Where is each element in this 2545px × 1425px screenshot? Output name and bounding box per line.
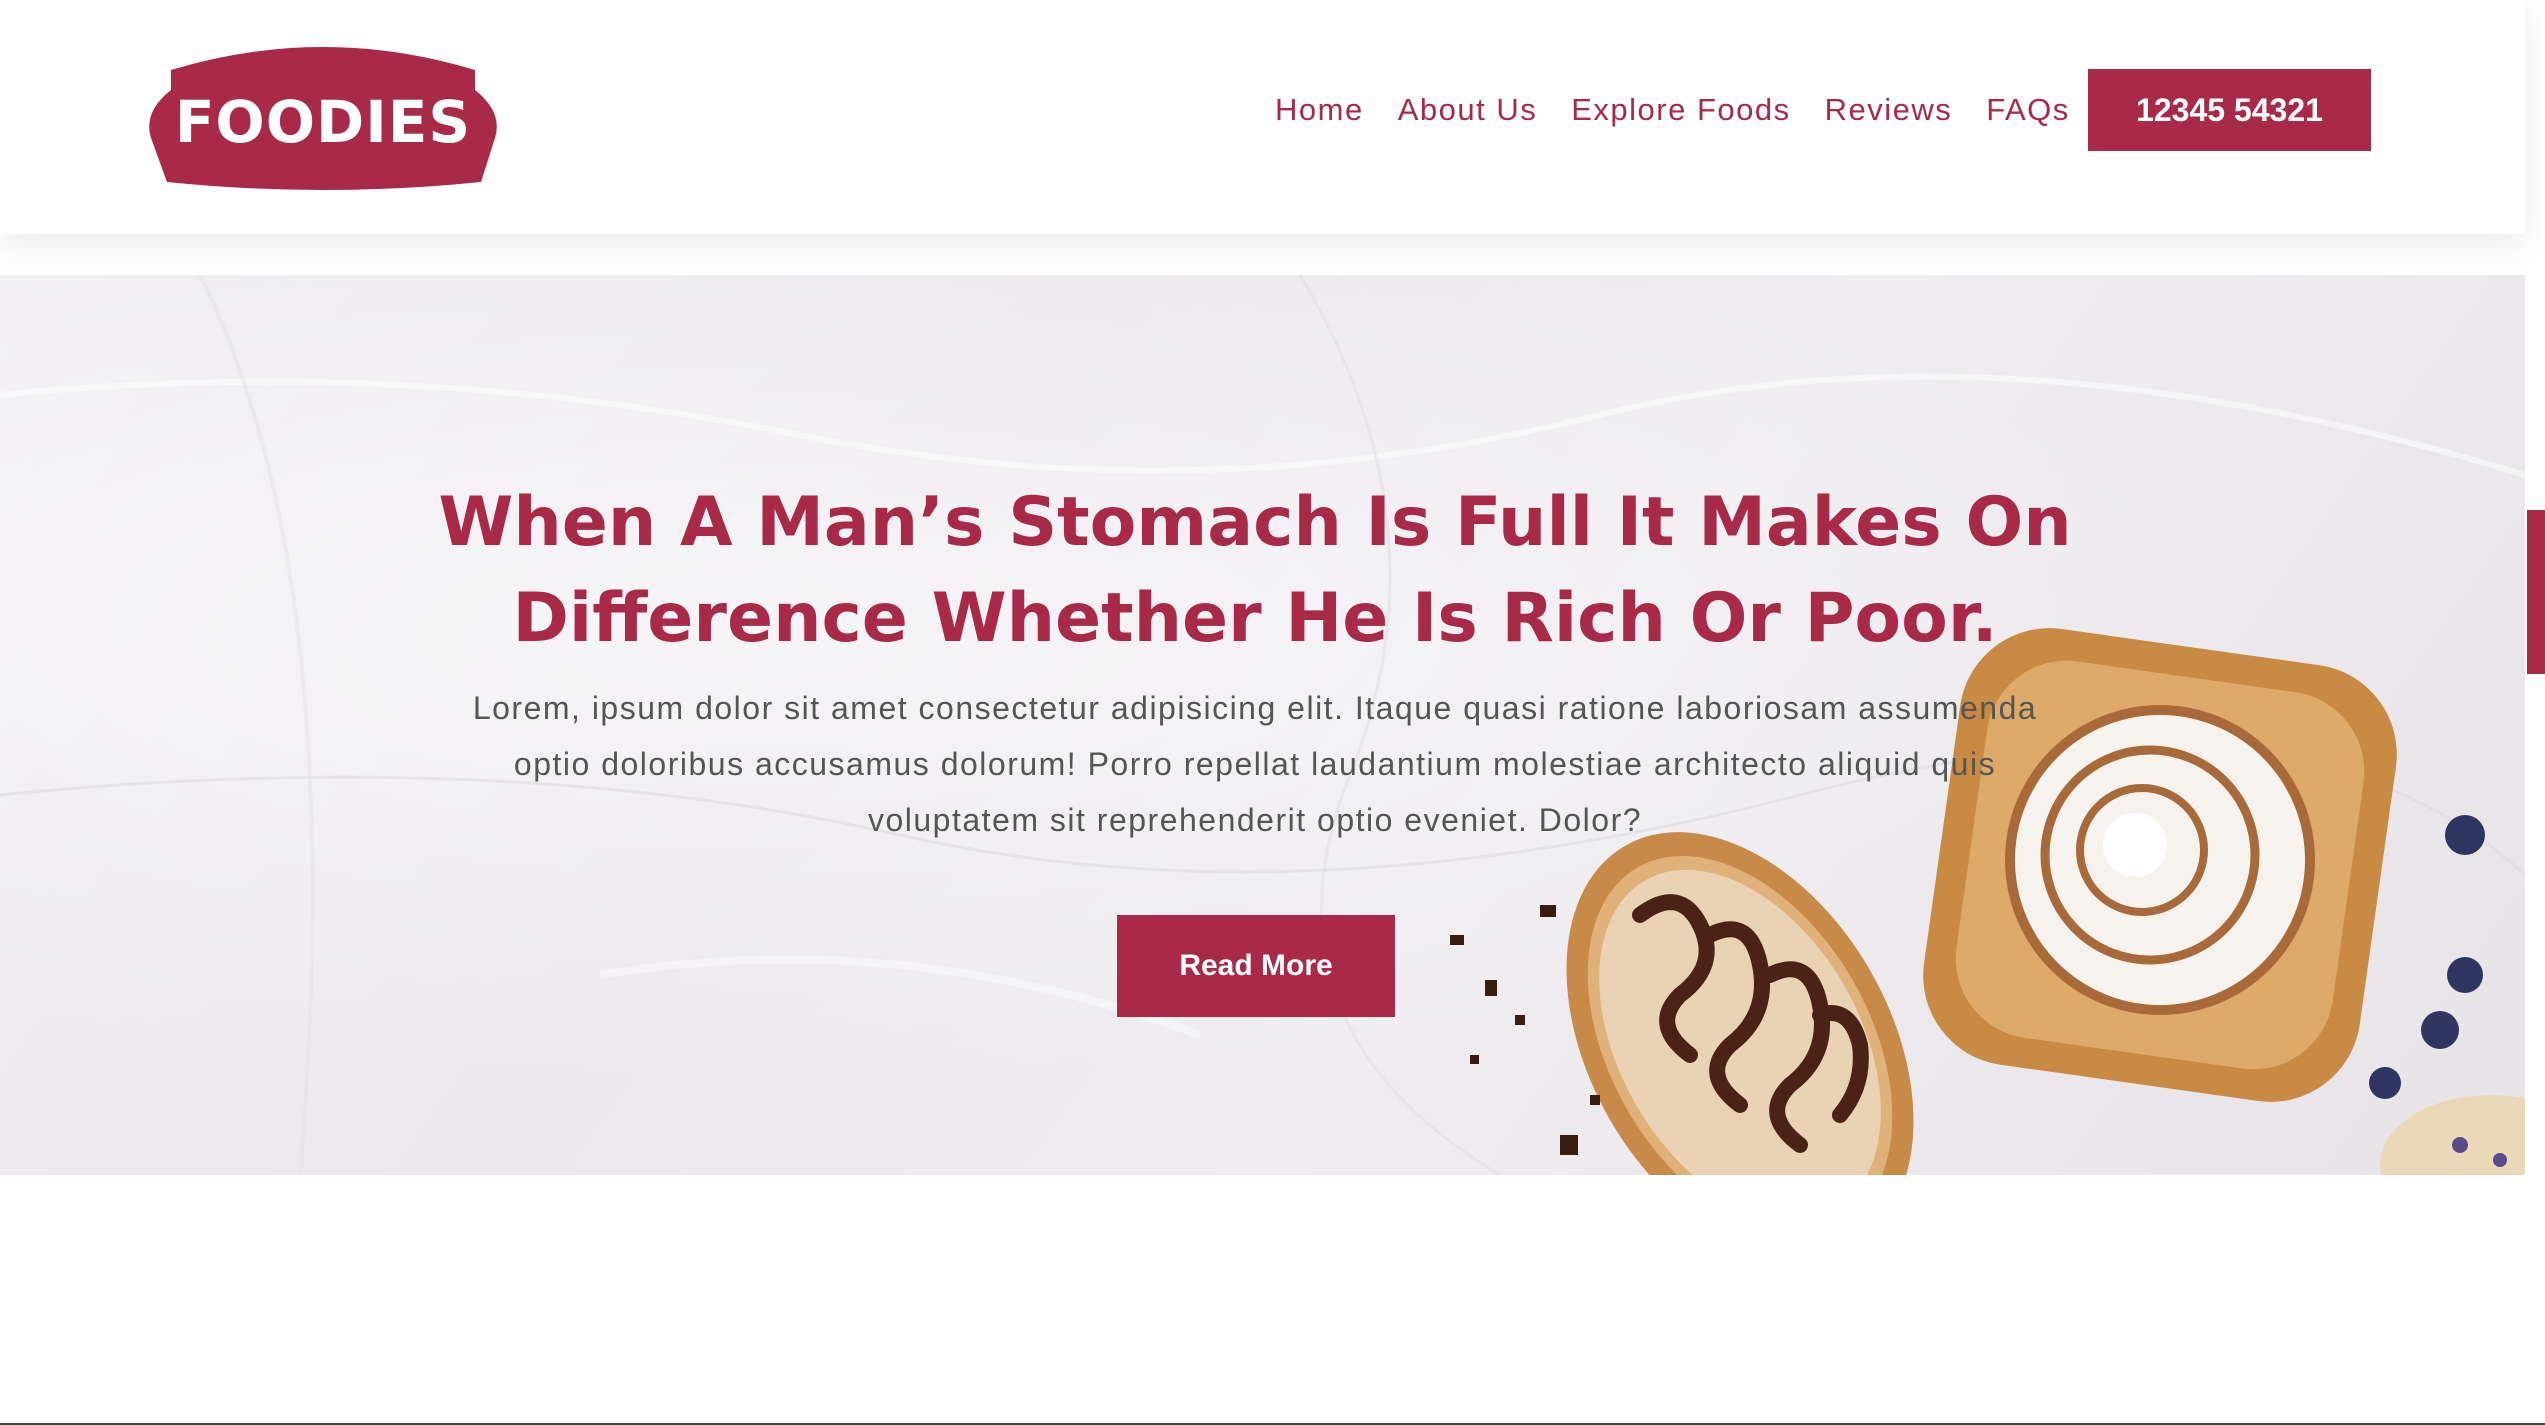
hero-description: Lorem, ipsum dolor sit amet consectetur … (472, 690, 2038, 838)
foodies-logo[interactable]: FOODIES (143, 42, 503, 190)
nav-item-explore-foods[interactable]: Explore Foods (1571, 92, 1790, 128)
nav-item-home[interactable]: Home (1275, 92, 1364, 128)
read-more-button[interactable]: Read More (1117, 915, 1395, 1017)
hero-section: When A Man’s Stomach Is Full It Makes On… (0, 275, 2525, 1175)
nav-item-about-us[interactable]: About Us (1398, 92, 1538, 128)
phone-button[interactable]: 12345 54321 (2088, 69, 2371, 151)
hero-title: When A Man’s Stomach Is Full It Makes On… (438, 483, 2072, 658)
main-nav: Home About Us Explore Foods Reviews FAQs (1258, 85, 2087, 135)
nav-item-faqs[interactable]: FAQs (1986, 92, 2070, 128)
side-tab-icon[interactable] (2527, 510, 2545, 674)
logo-text: FOODIES (174, 88, 472, 156)
site-header: FOODIES Home About Us Explore Foods Revi… (0, 0, 2525, 234)
nav-item-reviews[interactable]: Reviews (1825, 92, 1953, 128)
